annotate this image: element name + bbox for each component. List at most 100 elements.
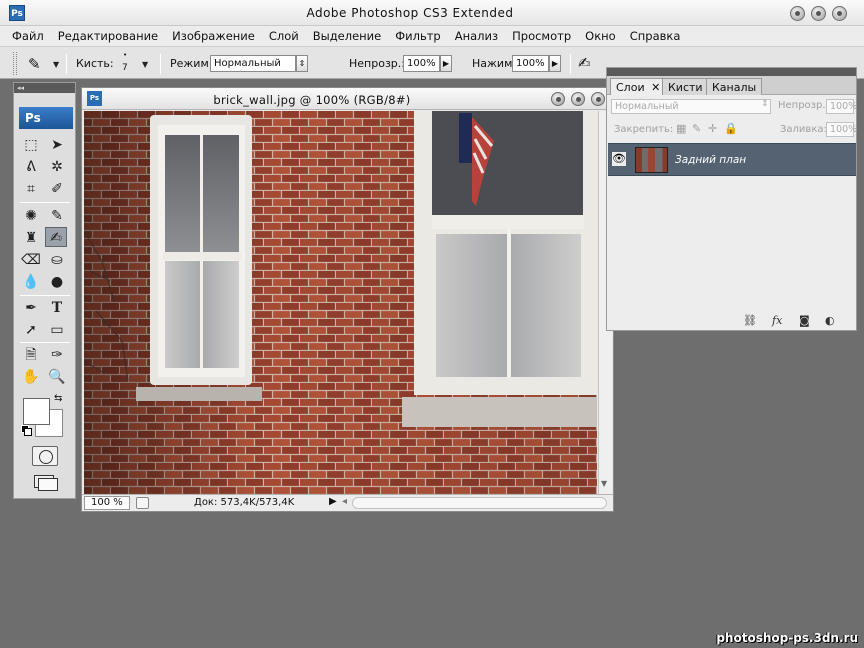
magic-wand-tool-icon[interactable]: ✲ <box>46 157 68 177</box>
zoom-tool-icon[interactable]: 🔍 <box>46 367 68 387</box>
blend-mode-select[interactable]: Нормальный <box>611 99 771 114</box>
photoshop-window: Ps Adobe Photoshop CS3 Extended Файл Ред… <box>0 0 864 648</box>
scroll-left-icon[interactable]: ◂ <box>342 496 347 507</box>
opacity-field[interactable]: 100% <box>403 55 440 72</box>
app-title: Adobe Photoshop CS3 Extended <box>306 6 514 20</box>
opacity-label: Непрозр.: <box>349 57 405 70</box>
menu-bar: Файл Редактирование Изображение Слой Выд… <box>0 26 864 46</box>
document-title-bar[interactable]: Ps brick_wall.jpg @ 100% (RGB/8#) <box>82 88 613 110</box>
layer-opacity-label: Непрозр.: <box>778 100 829 111</box>
lock-position-icon[interactable]: ✛ <box>708 122 717 135</box>
type-tool-icon[interactable]: T <box>46 298 68 318</box>
panel-tabs: Слои ✕ Кисти Каналы <box>607 76 856 95</box>
quick-mask-icon[interactable] <box>32 446 58 466</box>
finger-painting-icon[interactable]: ✍ <box>578 54 591 72</box>
pen-tool-icon[interactable]: ✒ <box>20 298 42 318</box>
layer-opacity-field[interactable]: 100% <box>826 99 857 114</box>
lasso-tool-icon[interactable]: ᕕ <box>20 157 42 177</box>
add-mask-icon[interactable]: ◙ <box>799 314 810 327</box>
hand-tool-icon[interactable]: ✋ <box>20 367 42 387</box>
doc-minimize-button[interactable] <box>551 92 565 106</box>
opacity-slider-arrow-icon[interactable]: ▶ <box>440 55 452 72</box>
slice-tool-icon[interactable]: ✐ <box>46 179 68 199</box>
lock-image-icon[interactable]: ✎ <box>692 122 701 135</box>
pressure-field[interactable]: 100% <box>512 55 549 72</box>
blend-mode-arrow-icon[interactable]: ⇕ <box>761 99 769 109</box>
menu-image[interactable]: Изображение <box>172 29 255 43</box>
document-size-info: Док: 573,4K/573,4K <box>194 497 295 508</box>
menu-edit[interactable]: Редактирование <box>58 29 158 43</box>
smudge-tool-icon[interactable]: ✎ <box>28 55 41 73</box>
smudge-tool-icon[interactable]: ✍ <box>45 227 67 247</box>
toolbox-collapse-icon[interactable]: ◂◂ <box>14 83 75 93</box>
dodge-tool-icon[interactable]: ● <box>46 272 68 292</box>
brush-dot-icon: • <box>123 51 128 59</box>
tab-close-icon[interactable]: ✕ <box>651 81 660 94</box>
mode-select[interactable]: Нормальный <box>210 55 296 72</box>
menu-analysis[interactable]: Анализ <box>455 29 498 43</box>
eraser-tool-icon[interactable]: ⌫ <box>20 250 42 270</box>
paint-bucket-tool-icon[interactable]: ⛀ <box>46 250 68 270</box>
fill-field[interactable]: 100% <box>826 122 857 137</box>
screen-mode-icon[interactable] <box>32 473 58 491</box>
menu-select[interactable]: Выделение <box>313 29 382 43</box>
brush-picker-dropdown-icon[interactable]: ▼ <box>142 60 148 69</box>
layer-style-fx-icon[interactable]: fx <box>772 314 782 327</box>
lock-transparent-icon[interactable]: ▦ <box>676 122 686 135</box>
tab-channels[interactable]: Каналы <box>706 78 763 95</box>
blur-tool-icon[interactable]: 💧 <box>20 272 42 292</box>
zoom-field[interactable]: 100 % <box>84 496 130 510</box>
layer-row-background[interactable]: 👁 Задний план <box>608 143 856 176</box>
maximize-button[interactable] <box>811 6 826 21</box>
menu-help[interactable]: Справка <box>630 29 681 43</box>
clone-stamp-tool-icon[interactable]: ♜ <box>20 228 42 248</box>
watermark: photoshop-ps.3dn.ru <box>716 631 858 645</box>
foreground-color-swatch[interactable] <box>23 398 50 425</box>
close-button[interactable] <box>832 6 847 21</box>
tab-layers[interactable]: Слои ✕ <box>610 78 667 95</box>
move-tool-icon[interactable]: ➤ <box>46 135 68 155</box>
swap-colors-icon[interactable]: ⇆ <box>54 393 62 404</box>
doc-maximize-button[interactable] <box>571 92 585 106</box>
pressure-slider-arrow-icon[interactable]: ▶ <box>549 55 561 72</box>
rectangle-tool-icon[interactable]: ▭ <box>46 320 68 340</box>
adjustment-layer-icon[interactable]: ◐ <box>825 314 835 327</box>
lock-all-icon[interactable]: 🔒 <box>724 122 738 135</box>
menu-view[interactable]: Просмотр <box>512 29 571 43</box>
crop-tool-icon[interactable]: ⌗ <box>20 179 42 199</box>
tab-brushes[interactable]: Кисти <box>662 78 709 95</box>
toolbox-logo: Ps <box>19 107 73 129</box>
visibility-eye-icon[interactable]: 👁 <box>612 152 626 166</box>
brush-size[interactable]: 7 <box>122 63 128 73</box>
tool-preset-dropdown-icon[interactable]: ▼ <box>53 60 59 69</box>
link-layers-icon[interactable]: ⛓ <box>743 314 757 327</box>
doc-close-button[interactable] <box>591 92 605 106</box>
menu-file[interactable]: Файл <box>12 29 44 43</box>
notes-tool-icon[interactable]: 🗎 <box>20 345 42 365</box>
marquee-tool-icon[interactable]: ⬚ <box>20 135 42 155</box>
default-colors-icon[interactable] <box>21 425 32 436</box>
image-canvas[interactable] <box>84 111 597 494</box>
minimize-button[interactable] <box>790 6 805 21</box>
layer-name: Задний план <box>675 154 747 166</box>
pressure-label: Нажим: <box>472 57 517 70</box>
menu-window[interactable]: Окно <box>585 29 616 43</box>
menu-layer[interactable]: Слой <box>269 29 299 43</box>
horizontal-scrollbar[interactable] <box>352 497 607 509</box>
healing-brush-tool-icon[interactable]: ✺ <box>20 206 42 226</box>
brush-tool-icon[interactable]: ✎ <box>46 206 68 226</box>
layers-footer: ⛓ fx ◙ ◐ <box>607 314 856 330</box>
panel-header[interactable] <box>607 68 856 76</box>
options-grip[interactable] <box>13 52 17 75</box>
eyedropper-tool-icon[interactable]: ✑ <box>46 345 68 365</box>
status-menu-arrow-icon[interactable]: ▶ <box>329 496 337 507</box>
path-selection-tool-icon[interactable]: ➚ <box>20 320 42 340</box>
scroll-down-icon[interactable]: ▼ <box>601 479 607 488</box>
status-options-icon[interactable] <box>136 497 149 509</box>
menu-filter[interactable]: Фильтр <box>395 29 441 43</box>
tab-layers-label: Слои <box>616 81 645 94</box>
document-window: Ps brick_wall.jpg @ 100% (RGB/8#) ▼ 100 … <box>81 87 614 512</box>
title-bar: Ps Adobe Photoshop CS3 Extended <box>0 0 864 26</box>
mode-select-arrow-icon[interactable]: ⇕ <box>296 55 308 72</box>
toolbox: ◂◂ Ps ⬚ ➤ ᕕ ✲ ⌗ ✐ ✺ ✎ ♜ ✍ ⌫ ⛀ 💧 ● ✒ T ➚ … <box>13 82 76 499</box>
